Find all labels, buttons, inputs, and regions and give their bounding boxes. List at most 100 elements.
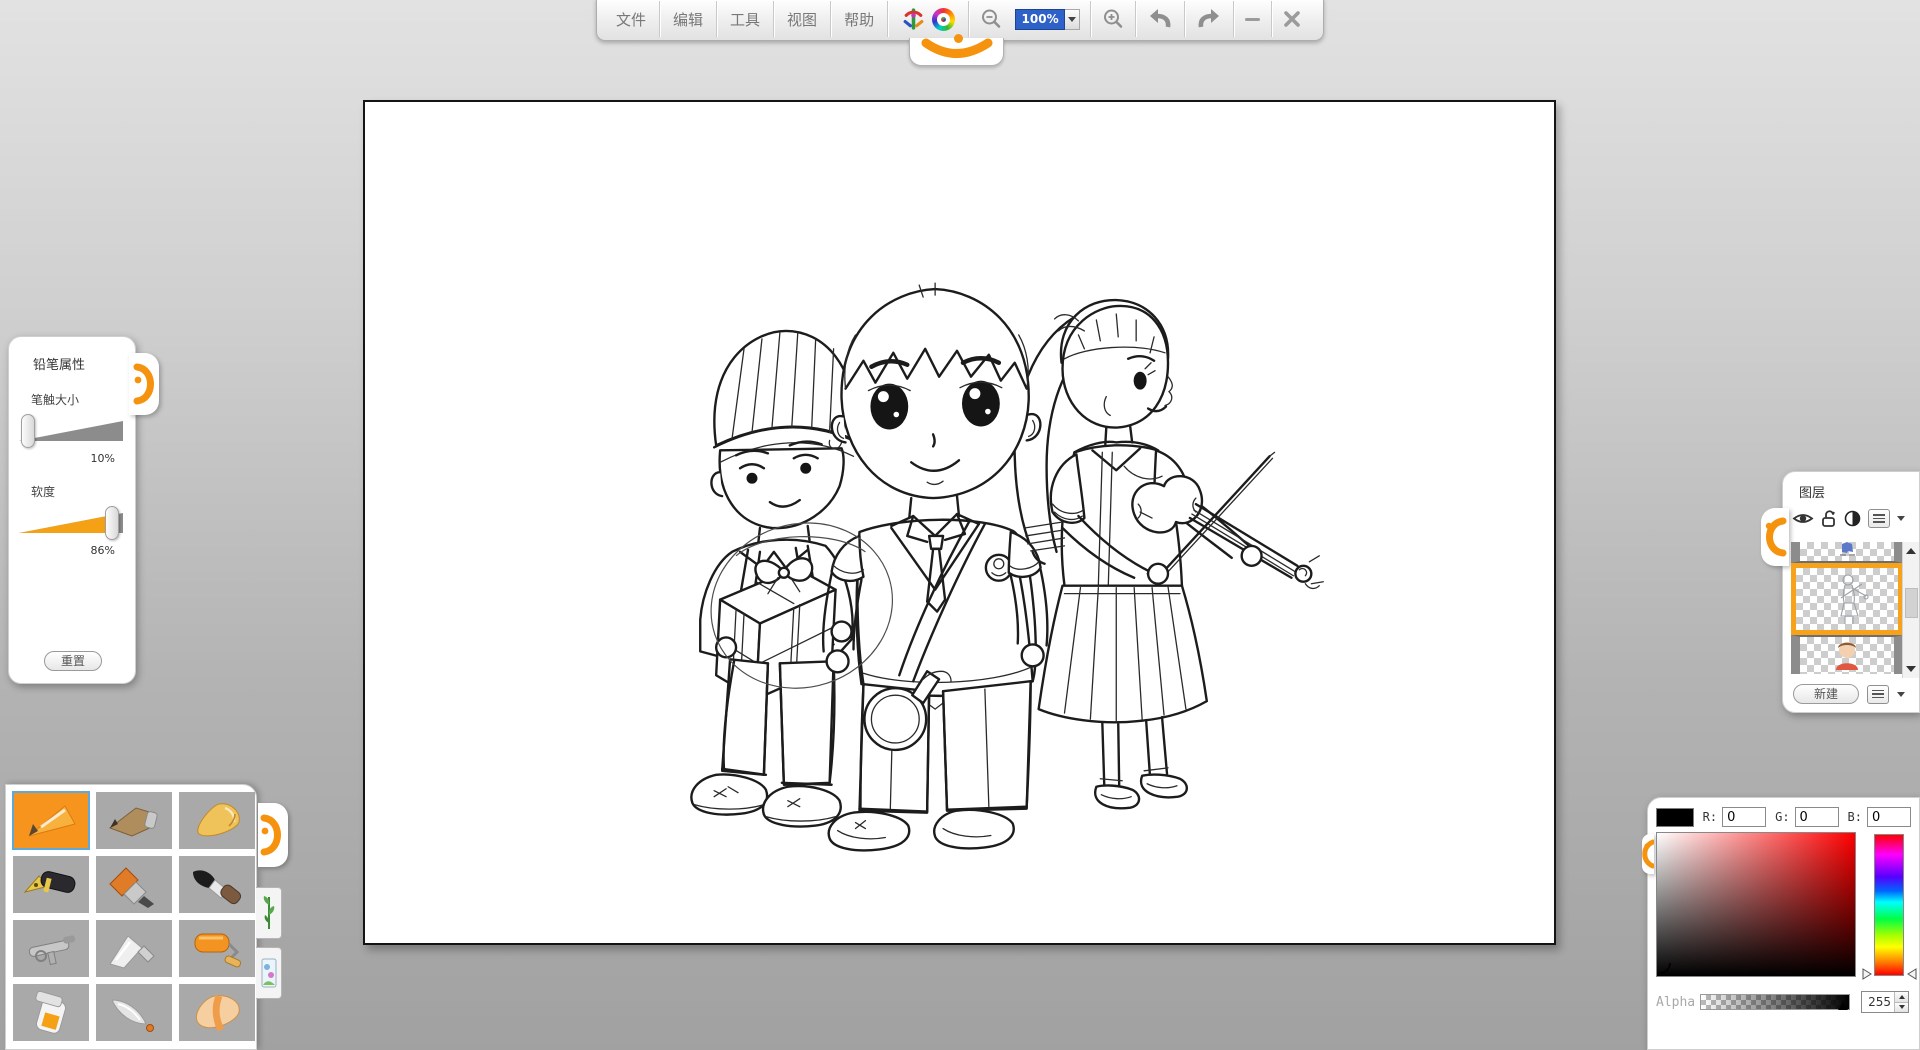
tool-palette-knife[interactable] — [96, 920, 172, 977]
hue-marker-left-icon[interactable] — [1862, 968, 1872, 980]
panel-handle[interactable] — [1642, 834, 1654, 874]
tool-eraser[interactable] — [179, 984, 255, 1041]
hue-marker-right-icon[interactable] — [1907, 968, 1917, 980]
eye-icon — [1792, 511, 1814, 526]
chevron-down-icon[interactable] — [1897, 516, 1905, 521]
zoom-level-field[interactable]: 100% — [1015, 9, 1065, 30]
spin-up-button[interactable] — [1895, 992, 1908, 1002]
softness-value: 86% — [9, 544, 115, 557]
alpha-spinner[interactable]: 255 — [1861, 991, 1909, 1013]
rainbow-paint-logo-icon — [932, 8, 955, 31]
layers-title: 图层 — [1799, 482, 1919, 501]
tool-paint-jar[interactable] — [13, 984, 89, 1041]
tool-paint-roller[interactable] — [179, 920, 255, 977]
layer-lock-button[interactable] — [1821, 510, 1837, 527]
slider-thumb[interactable] — [105, 506, 119, 540]
scroll-down-icon[interactable] — [1906, 666, 1916, 672]
pencil-icon — [19, 798, 83, 844]
logo-group — [888, 1, 969, 37]
menu-file[interactable]: 文件 — [603, 1, 660, 37]
layer-item-selected[interactable] — [1791, 563, 1903, 635]
red-input[interactable] — [1722, 807, 1766, 827]
minimize-button[interactable] — [1234, 1, 1272, 37]
saturation-value-field[interactable] — [1656, 832, 1856, 977]
scroll-up-icon[interactable] — [1906, 548, 1916, 554]
crayon-icon — [185, 798, 249, 844]
liner-blade-icon — [102, 990, 166, 1036]
spin-down-button[interactable] — [1895, 1002, 1908, 1013]
panel-handle[interactable] — [129, 353, 159, 415]
menu-edit[interactable]: 编辑 — [660, 1, 717, 37]
tool-ink-brush[interactable] — [179, 856, 255, 913]
brush-size-slider[interactable] — [17, 414, 127, 448]
close-button[interactable] — [1272, 1, 1312, 37]
color-picker-panel: R: G: B: Alpha 255 — [1647, 797, 1920, 1050]
close-icon — [1283, 10, 1301, 28]
zoom-in-button[interactable] — [1091, 1, 1136, 37]
layer-blend-button[interactable] — [1844, 510, 1861, 527]
canvas-drawing-three-children — [365, 102, 1554, 943]
alpha-marker-icon[interactable] — [1838, 1002, 1848, 1010]
layer-menu-button[interactable] — [1868, 509, 1890, 528]
tool-charcoal-pencil[interactable] — [96, 792, 172, 849]
fountain-pen-icon — [19, 862, 83, 908]
app-background: 文件 编辑 工具 视图 帮助 100% — [0, 0, 1920, 1050]
tool-fountain-pen[interactable] — [13, 856, 89, 913]
layer-list-menu-button[interactable] — [1867, 685, 1889, 704]
panel-handle[interactable] — [258, 803, 288, 867]
clown-ear-icon — [258, 803, 288, 867]
drawing-canvas[interactable] — [363, 100, 1556, 945]
layer-thumbnail-violin-girl-sketch — [1796, 568, 1898, 630]
unlocked-padlock-icon — [1821, 510, 1837, 527]
undo-button[interactable] — [1136, 1, 1185, 37]
plant-stamps-tab[interactable] — [256, 887, 282, 939]
alpha-slider[interactable] — [1700, 994, 1850, 1010]
blue-input[interactable] — [1867, 807, 1911, 827]
alpha-value: 255 — [1862, 992, 1894, 1012]
red-label: R: — [1703, 810, 1717, 824]
reset-button[interactable]: 重置 — [44, 651, 102, 671]
current-color-swatch — [1656, 808, 1694, 827]
layer-list — [1791, 542, 1903, 678]
scroll-thumb[interactable] — [1905, 588, 1918, 618]
undo-icon — [1147, 7, 1173, 31]
slider-thumb[interactable] — [21, 414, 35, 448]
clown-chin-tab[interactable] — [909, 38, 1004, 66]
minimize-icon — [1245, 18, 1260, 21]
flat-brush-icon — [102, 862, 166, 908]
stamp-picture-icon — [261, 953, 277, 993]
charcoal-pencil-icon — [102, 798, 166, 844]
layer-item-top[interactable] — [1791, 542, 1903, 563]
menu-tools[interactable]: 工具 — [717, 1, 774, 37]
color-cursor-icon — [1659, 962, 1671, 974]
redo-button[interactable] — [1185, 1, 1234, 37]
paint-roller-icon — [185, 926, 249, 972]
tool-flat-brush[interactable] — [96, 856, 172, 913]
tool-liner-blade[interactable] — [96, 984, 172, 1041]
hue-slider[interactable] — [1874, 834, 1904, 976]
tool-pencil[interactable] — [13, 792, 89, 849]
zoom-dropdown-button[interactable] — [1065, 9, 1080, 30]
zoom-out-button[interactable] — [969, 1, 1013, 37]
brush-size-value: 10% — [9, 452, 115, 465]
new-layer-button[interactable]: 新建 — [1793, 684, 1859, 704]
menu-view[interactable]: 视图 — [774, 1, 831, 37]
layer-visibility-button[interactable] — [1792, 511, 1814, 526]
menu-help[interactable]: 帮助 — [831, 1, 888, 37]
palette-knife-icon — [102, 926, 166, 972]
tool-airbrush[interactable] — [13, 920, 89, 977]
chevron-down-icon[interactable] — [1897, 692, 1905, 697]
tool-crayon[interactable] — [179, 792, 255, 849]
softness-slider[interactable] — [17, 506, 127, 540]
boy-vest-figure — [823, 283, 1047, 850]
girl-violin-figure — [1015, 300, 1324, 808]
paint-jar-icon — [19, 990, 83, 1036]
green-input[interactable] — [1795, 807, 1839, 827]
panel-handle[interactable] — [1761, 508, 1789, 566]
tool-palette-panel — [5, 784, 257, 1050]
layer-item-bottom[interactable] — [1791, 635, 1903, 674]
picture-stamps-tab[interactable] — [256, 947, 282, 999]
layer-scrollbar[interactable] — [1902, 542, 1919, 678]
magnifier-minus-icon — [980, 8, 1002, 30]
brush-size-label: 笔触大小 — [31, 391, 135, 408]
